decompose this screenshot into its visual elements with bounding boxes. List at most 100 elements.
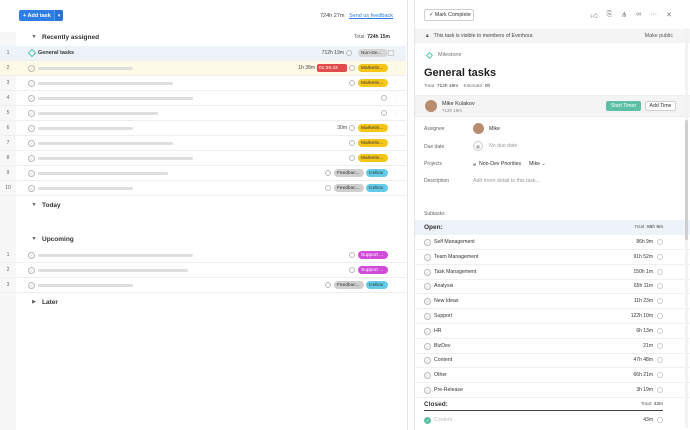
task-row[interactable]: 9 ✓ Feedbac... Icebox ⋮	[0, 166, 406, 181]
checkbox-icon[interactable]: ✓	[28, 140, 35, 147]
assignee-placeholder-icon[interactable]	[325, 185, 331, 191]
start-timer-button[interactable]: Start Timer	[606, 101, 641, 111]
section-recently-assigned[interactable]: ▼ Recently assigned Total: 724h 15m	[16, 27, 406, 47]
checkbox-icon[interactable]: ✓	[424, 283, 431, 291]
make-public-link[interactable]: Make public	[645, 33, 673, 39]
subtask-row[interactable]: ✓ Analysis 65h 11m	[415, 279, 690, 295]
scrollbar-thumb[interactable]	[685, 120, 688, 240]
tag-badge[interactable]: Marketin...	[358, 64, 388, 72]
drag-handle-icon[interactable]: ⋮	[393, 185, 398, 191]
due-date-field[interactable]: ▦ No due date	[473, 141, 517, 151]
assignee-placeholder-icon[interactable]	[657, 239, 663, 245]
checkbox-icon[interactable]: ✓	[424, 387, 431, 394]
assignee-placeholder-icon[interactable]	[657, 283, 663, 290]
more-icon[interactable]: ···	[650, 11, 657, 20]
drag-handle-icon[interactable]: ⋮	[393, 80, 398, 86]
tag-badge[interactable]: Icebox	[366, 281, 388, 289]
projects-field[interactable]: Non-Dev Priorities Mike ⌄	[473, 161, 546, 167]
closed-subtask-row[interactable]: ✓ Content 43m	[415, 413, 690, 428]
task-row[interactable]: 6 ✓ Marketin... 30m ⋮	[0, 121, 406, 136]
subtask-row[interactable]: ✓ Content 47h 48m	[415, 353, 690, 369]
subtask-icon[interactable]: ⋔	[621, 11, 627, 20]
assignee-placeholder-icon[interactable]	[349, 252, 355, 258]
subtask-row[interactable]: ✓ Self Management 86h 9m	[415, 235, 690, 250]
thumbs-up-icon[interactable]: 👍︎	[590, 11, 597, 20]
tag-badge[interactable]: Marketin...	[358, 154, 388, 162]
subtasks-icon[interactable]	[388, 50, 394, 56]
description-input[interactable]: Add more detail to this task...	[473, 178, 540, 184]
assignee-placeholder-icon[interactable]	[657, 313, 663, 319]
task-title[interactable]: General tasks	[424, 67, 496, 79]
assignee-placeholder-icon[interactable]	[657, 417, 663, 423]
assignee-placeholder-icon[interactable]	[349, 125, 355, 131]
drag-handle-icon[interactable]: ⋮	[393, 282, 398, 288]
task-row[interactable]: 3 ✓ Feedbac... Icebox ⋮	[0, 278, 406, 293]
assignee-placeholder-icon[interactable]	[657, 298, 663, 305]
send-feedback-link[interactable]: Send us feedback	[349, 13, 393, 19]
task-row[interactable]: 7 ✓ Marketin... ⋮	[0, 136, 406, 151]
checkbox-icon[interactable]: ✓	[424, 357, 431, 365]
checkbox-icon[interactable]: ✓	[424, 342, 431, 350]
assignee-placeholder-icon[interactable]	[657, 372, 663, 379]
assignee-placeholder-icon[interactable]	[657, 327, 663, 334]
tag-badge[interactable]: Feedbac...	[334, 281, 364, 289]
task-row[interactable]: 10 ✓ Feedbac... Icebox ⋮	[0, 181, 406, 196]
redacted-task-title[interactable]	[38, 97, 193, 100]
checkbox-icon[interactable]: ✓	[28, 170, 35, 177]
checkbox-icon[interactable]: ✓	[28, 95, 35, 102]
assignee-placeholder-icon[interactable]	[325, 170, 331, 176]
tag-badge[interactable]: Support ...	[358, 251, 388, 259]
checkbox-icon[interactable]: ✓	[424, 372, 431, 380]
assignee-placeholder-icon[interactable]	[657, 268, 663, 275]
task-title[interactable]: General tasks	[38, 50, 74, 56]
drag-handle-icon[interactable]: ⋮	[393, 110, 398, 116]
tag-badge[interactable]: Icebox	[366, 169, 388, 177]
assignee-placeholder-icon[interactable]	[657, 342, 663, 349]
assignee-placeholder-icon[interactable]	[349, 155, 355, 161]
drag-handle-icon[interactable]: ⋮	[393, 65, 398, 71]
subtask-row[interactable]: ✓ Other 66h 21m	[415, 368, 690, 384]
redacted-task-title[interactable]	[38, 127, 133, 130]
drag-handle-icon[interactable]: ⋮	[393, 125, 398, 131]
section-later[interactable]: ▶ Later	[16, 292, 406, 312]
tag-badge[interactable]: Non-De...	[358, 49, 388, 57]
checkbox-icon[interactable]: ✓	[424, 313, 431, 320]
checkbox-icon[interactable]: ✓	[424, 268, 431, 276]
task-row[interactable]: 3 ✓ Marketin... ⋮	[0, 76, 406, 91]
estimate-value[interactable]: 0h	[485, 84, 490, 89]
assignee-placeholder-icon[interactable]	[381, 95, 387, 101]
redacted-task-title[interactable]	[38, 67, 133, 70]
subtask-row[interactable]: ✓ Support 122h 10m	[415, 309, 690, 324]
checkbox-icon[interactable]: ✓	[424, 298, 431, 306]
assignee-placeholder-icon[interactable]	[349, 65, 355, 71]
redacted-task-title[interactable]	[38, 142, 173, 145]
checkbox-icon[interactable]: ✓	[424, 327, 431, 335]
tag-badge[interactable]: Icebox	[366, 184, 388, 192]
checkbox-icon[interactable]: ✓	[28, 185, 35, 192]
checkbox-icon[interactable]: ✓	[28, 65, 35, 72]
project-owner-select[interactable]: Mike ⌄	[529, 161, 546, 167]
checkbox-icon[interactable]: ✓	[424, 239, 431, 246]
subtask-row[interactable]: ✓ HR 6h 13m	[415, 324, 690, 339]
subtask-row[interactable]: ✓ Pre-Release 3h 19m	[415, 383, 690, 398]
task-row[interactable]: 1 General tasks Non-De... 712h 19m	[0, 46, 406, 61]
assignee-placeholder-icon[interactable]	[349, 267, 355, 273]
tag-badge[interactable]: Support ...	[358, 266, 388, 274]
checkbox-icon[interactable]: ✓	[28, 80, 35, 87]
subtask-row[interactable]: ✓ New Ideas 11h 23m	[415, 294, 690, 310]
assignee-placeholder-icon[interactable]	[657, 387, 663, 393]
assignee-placeholder-icon[interactable]	[657, 357, 663, 364]
task-row[interactable]: 2 ✓ Marketin... 01:36:43 1h 38m ⋮	[0, 61, 406, 76]
checkbox-icon[interactable]: ✓	[28, 267, 35, 274]
task-row[interactable]: 2 ✓ Support ... ⋮	[0, 263, 406, 278]
close-icon[interactable]: ✕	[666, 11, 672, 20]
redacted-task-title[interactable]	[38, 112, 158, 115]
redacted-task-title[interactable]	[38, 269, 188, 272]
tag-badge[interactable]: Feedbac...	[334, 184, 364, 192]
assignee-placeholder-icon[interactable]	[349, 80, 355, 86]
checkbox-icon[interactable]: ✓	[28, 155, 35, 162]
checkbox-icon[interactable]: ✓	[424, 253, 431, 261]
assignee-placeholder-icon[interactable]	[349, 140, 355, 146]
drag-handle-icon[interactable]: ⋮	[393, 140, 398, 146]
section-today[interactable]: ▼ Today	[16, 195, 406, 215]
